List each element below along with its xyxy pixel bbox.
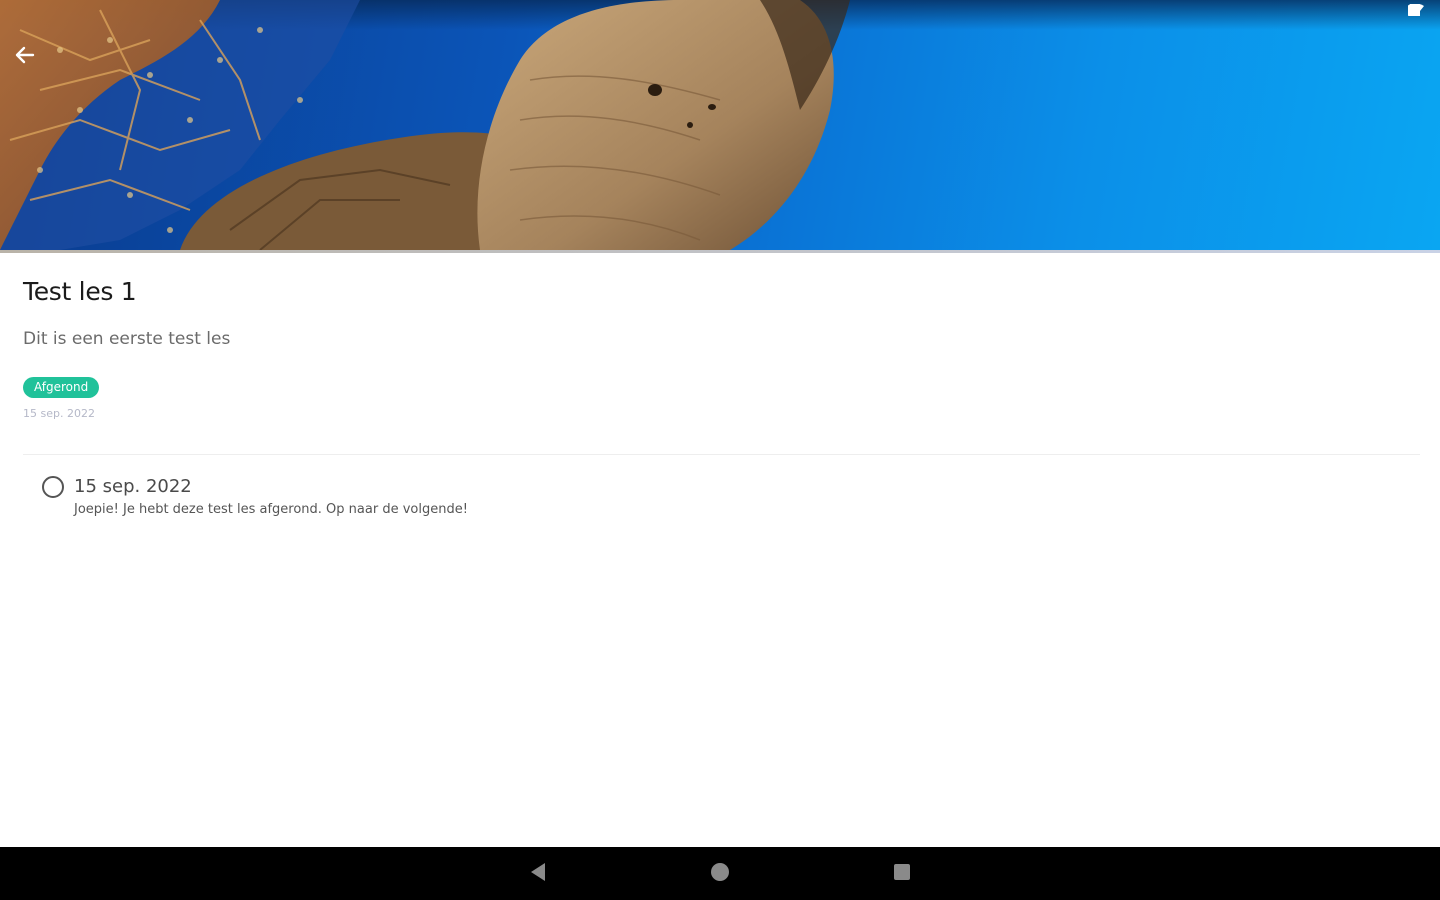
lesson-date: 15 sep. 2022 (23, 407, 95, 420)
app-screen: Test les 1 Dit is een eerste test les Af… (0, 0, 1440, 900)
status-bar (1408, 4, 1432, 24)
home-circle-icon (710, 862, 730, 886)
divider (23, 454, 1420, 455)
nav-home-button[interactable] (707, 861, 733, 887)
nav-back-button[interactable] (525, 861, 551, 887)
hero-divider (0, 250, 1440, 253)
turtle-coral-photo (0, 0, 1440, 250)
timeline-message: Joepie! Je hebt deze test les afgerond. … (74, 502, 468, 517)
timeline-item: 15 sep. 2022 Joepie! Je hebt deze test l… (42, 475, 468, 517)
nav-recents-button[interactable] (889, 861, 915, 887)
lesson-description: Dit is een eerste test les (23, 329, 231, 349)
status-badge: Afgerond (23, 377, 100, 398)
hero-image (0, 0, 1440, 250)
lesson-title: Test les 1 (23, 277, 137, 306)
radio-button[interactable] (42, 476, 64, 498)
timeline-date: 15 sep. 2022 (74, 476, 192, 497)
recents-square-icon (893, 863, 911, 885)
back-triangle-icon (529, 862, 547, 886)
back-button[interactable] (14, 44, 50, 76)
timeline-text: 15 sep. 2022 Joepie! Je hebt deze test l… (74, 475, 468, 517)
navigation-bar (0, 847, 1440, 900)
